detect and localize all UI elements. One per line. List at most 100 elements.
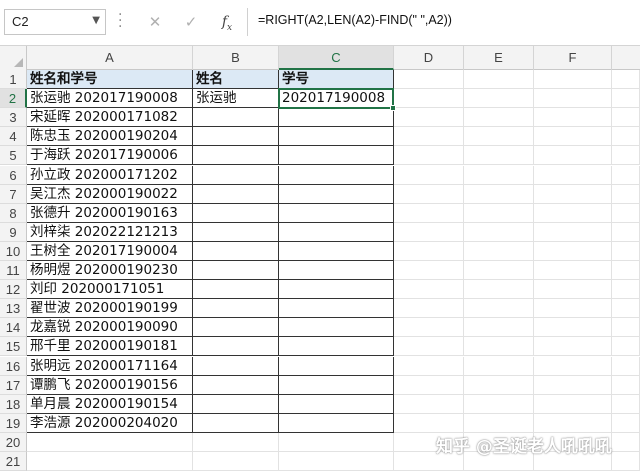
cell-a15[interactable]: 邢千里 202000190181 [27, 337, 193, 357]
cell-a8[interactable]: 张德升 202000190163 [27, 203, 193, 223]
cell-d3[interactable] [394, 108, 464, 128]
cell-c20[interactable] [279, 432, 394, 452]
row-header-12[interactable]: 12 [0, 280, 27, 300]
cell-g11[interactable] [612, 261, 640, 281]
cell-e11[interactable] [464, 261, 534, 281]
cell-g18[interactable] [612, 394, 640, 414]
cell-c10[interactable] [279, 241, 394, 261]
cell-b19[interactable] [193, 413, 279, 433]
cell-d19[interactable] [394, 413, 464, 433]
cell-g15[interactable] [612, 337, 640, 357]
cell-d1[interactable] [394, 70, 464, 90]
row-header-7[interactable]: 7 [0, 184, 27, 204]
cell-e2[interactable] [464, 89, 534, 109]
cell-f16[interactable] [534, 356, 612, 376]
cell-e6[interactable] [464, 165, 534, 185]
cell-a1[interactable]: 姓名和学号 [27, 70, 193, 90]
cell-c1[interactable]: 学号 [279, 70, 394, 90]
row-header-11[interactable]: 11 [0, 261, 27, 281]
cell-e15[interactable] [464, 337, 534, 357]
cell-c11[interactable] [279, 261, 394, 281]
cell-e18[interactable] [464, 394, 534, 414]
cell-a13[interactable]: 翟世波 202000190199 [27, 299, 193, 319]
cell-e9[interactable] [464, 222, 534, 242]
cell-b2[interactable]: 张运驰 [193, 89, 279, 109]
cell-c5[interactable] [279, 146, 394, 166]
cell-g16[interactable] [612, 356, 640, 376]
cell-e14[interactable] [464, 318, 534, 338]
close-icon[interactable]: ✕ [142, 10, 168, 34]
cell-c4[interactable] [279, 127, 394, 147]
cell-g14[interactable] [612, 318, 640, 338]
cell-a18[interactable]: 单月晨 202000190154 [27, 394, 193, 414]
cell-d5[interactable] [394, 146, 464, 166]
cell-d16[interactable] [394, 356, 464, 376]
name-box[interactable]: C2 ▼ [4, 9, 106, 35]
cell-a4[interactable]: 陈忠玉 202000190204 [27, 127, 193, 147]
cell-f19[interactable] [534, 413, 612, 433]
cell-f11[interactable] [534, 261, 612, 281]
cell-c6[interactable] [279, 165, 394, 185]
row-header-5[interactable]: 5 [0, 146, 27, 166]
cell-f17[interactable] [534, 375, 612, 395]
check-icon[interactable]: ✓ [178, 10, 204, 34]
cell-d14[interactable] [394, 318, 464, 338]
cell-c21[interactable] [279, 452, 394, 472]
cell-c18[interactable] [279, 394, 394, 414]
row-header-14[interactable]: 14 [0, 318, 27, 338]
row-header-1[interactable]: 1 [0, 70, 27, 90]
row-header-3[interactable]: 3 [0, 108, 27, 128]
cell-b10[interactable] [193, 241, 279, 261]
cell-c15[interactable] [279, 337, 394, 357]
cell-d8[interactable] [394, 203, 464, 223]
select-all-corner[interactable] [0, 46, 27, 70]
row-header-19[interactable]: 19 [0, 413, 27, 433]
cell-b8[interactable] [193, 203, 279, 223]
cell-a11[interactable]: 杨明煜 202000190230 [27, 261, 193, 281]
cell-e12[interactable] [464, 280, 534, 300]
cell-f14[interactable] [534, 318, 612, 338]
cell-c19[interactable] [279, 413, 394, 433]
cell-f6[interactable] [534, 165, 612, 185]
cell-f3[interactable] [534, 108, 612, 128]
cell-d6[interactable] [394, 165, 464, 185]
cell-g4[interactable] [612, 127, 640, 147]
cell-f8[interactable] [534, 203, 612, 223]
chevron-down-icon[interactable]: ▼ [92, 15, 100, 26]
cell-d10[interactable] [394, 241, 464, 261]
cell-c8[interactable] [279, 203, 394, 223]
cell-g5[interactable] [612, 146, 640, 166]
column-header-a[interactable]: A [27, 46, 193, 70]
cell-e1[interactable] [464, 70, 534, 90]
cell-c3[interactable] [279, 108, 394, 128]
row-header-18[interactable]: 18 [0, 394, 27, 414]
cell-b15[interactable] [193, 337, 279, 357]
cell-c14[interactable] [279, 318, 394, 338]
cell-b16[interactable] [193, 356, 279, 376]
cell-e17[interactable] [464, 375, 534, 395]
cell-a6[interactable]: 孙立政 202000171202 [27, 165, 193, 185]
cell-e7[interactable] [464, 184, 534, 204]
cell-e5[interactable] [464, 146, 534, 166]
cell-d17[interactable] [394, 375, 464, 395]
cell-a5[interactable]: 于海跃 202017190006 [27, 146, 193, 166]
cell-d7[interactable] [394, 184, 464, 204]
cell-g13[interactable] [612, 299, 640, 319]
cell-g17[interactable] [612, 375, 640, 395]
row-header-17[interactable]: 17 [0, 375, 27, 395]
column-header-d[interactable]: D [394, 46, 464, 70]
fill-handle[interactable] [390, 105, 396, 112]
cell-f4[interactable] [534, 127, 612, 147]
cell-e8[interactable] [464, 203, 534, 223]
cell-c9[interactable] [279, 222, 394, 242]
cell-g19[interactable] [612, 413, 640, 433]
cell-d9[interactable] [394, 222, 464, 242]
cell-g10[interactable] [612, 241, 640, 261]
cell-f18[interactable] [534, 394, 612, 414]
cell-g2[interactable] [612, 89, 640, 109]
cell-g8[interactable] [612, 203, 640, 223]
cell-g3[interactable] [612, 108, 640, 128]
cell-d4[interactable] [394, 127, 464, 147]
drag-handle-icon[interactable]: · · · [118, 8, 122, 34]
cell-b21[interactable] [193, 452, 279, 472]
